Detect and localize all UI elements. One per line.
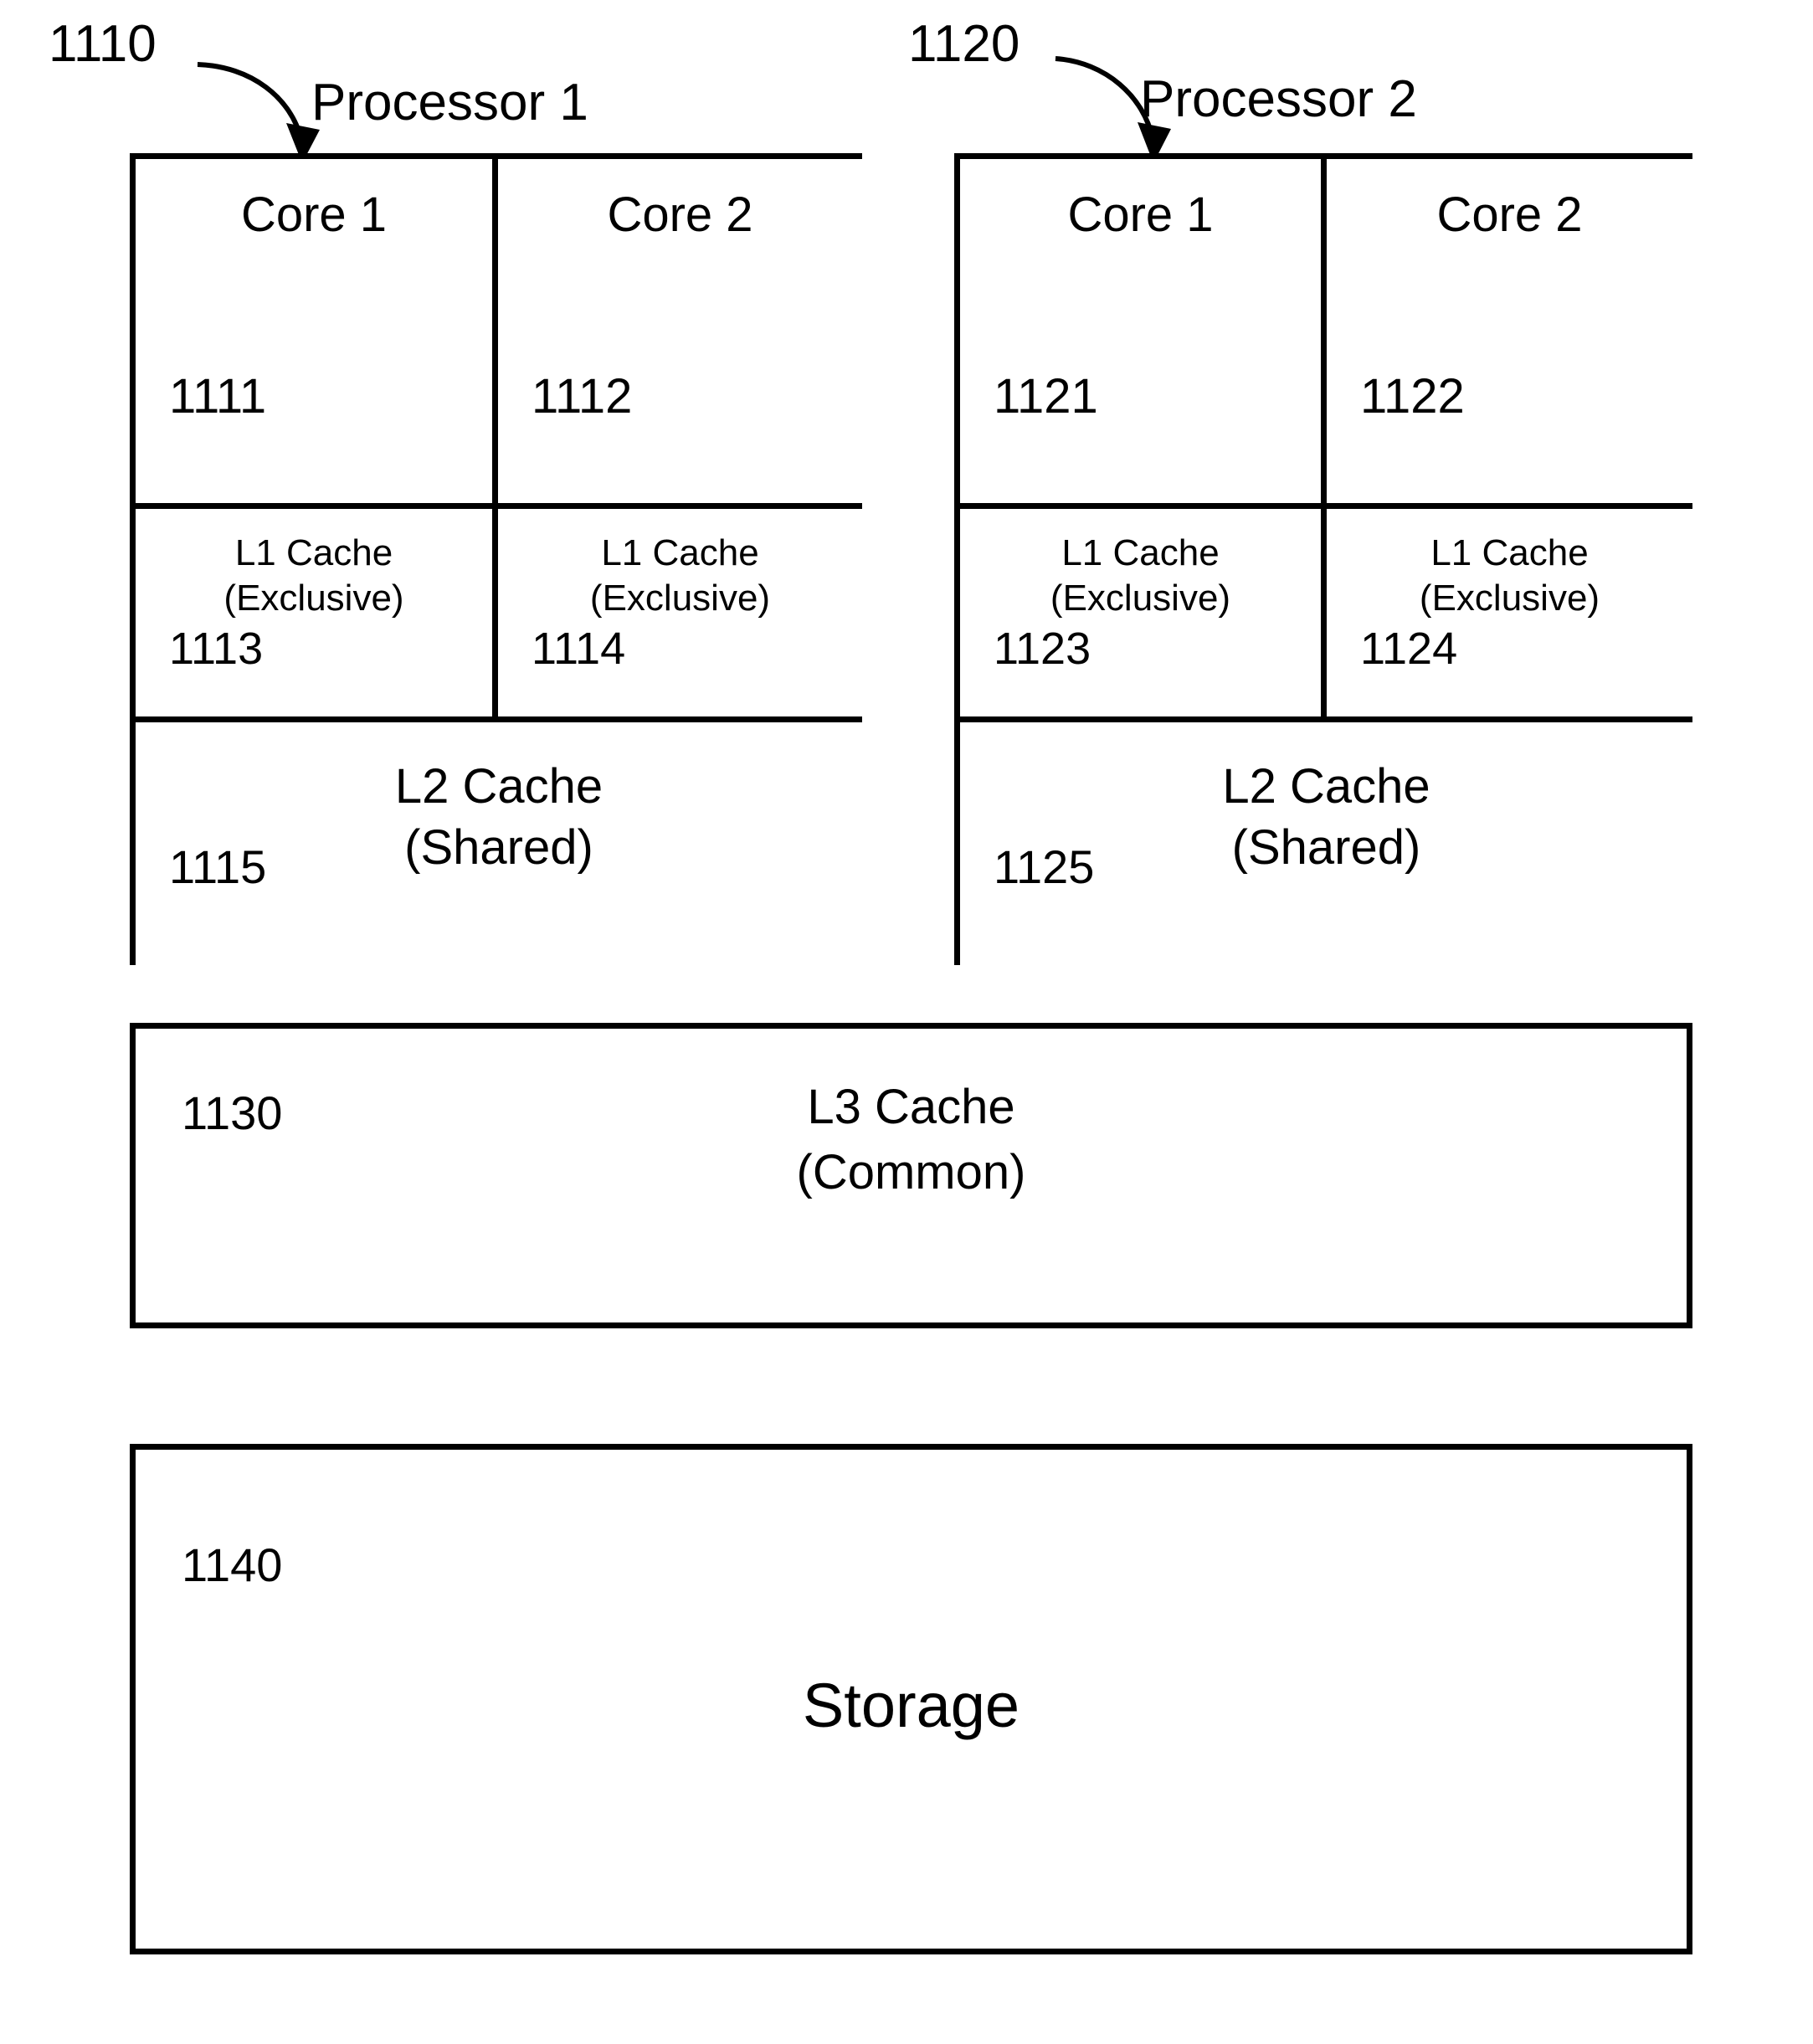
processor-1-core-1-label: Core 1 xyxy=(240,187,388,242)
processor-2-core-1-reference-number: 1121 xyxy=(994,369,1098,424)
storage-label: Storage xyxy=(802,1671,1020,1740)
l3-cache-reference-number: 1130 xyxy=(182,1086,283,1139)
processor-2-l2-cache-reference-number: 1125 xyxy=(994,840,1095,893)
processor-2-core-2-cell: Core 2 1122 xyxy=(1327,159,1692,509)
processor-2-core-2-label: Core 2 xyxy=(1436,187,1583,242)
processor-1-l1-cache-2-label-line2: (Exclusive) xyxy=(589,578,771,619)
cache-hierarchy-diagram: 1110 Processor 1 Core 1 1111 Core 2 1112… xyxy=(0,0,1813,2044)
processor-1-box: Core 1 1111 Core 2 1112 L1 Cache (Exclus… xyxy=(130,153,862,965)
processor-2-l1-cache-2-reference-number: 1124 xyxy=(1360,624,1458,674)
processor-2-title: Processor 2 xyxy=(1140,70,1417,128)
processor-1-core-2-cell: Core 2 1112 xyxy=(498,159,862,509)
l3-cache-box: L3 Cache (Common) 1130 xyxy=(130,1023,1692,1328)
processor-2-l1-cache-1-label-line1: L1 Cache xyxy=(1061,532,1220,573)
processor-2-l1-cache-1-reference-number: 1123 xyxy=(994,624,1091,674)
processor-2-l1-cache-1-cell: L1 Cache (Exclusive) 1123 xyxy=(960,509,1327,722)
storage-reference-number: 1140 xyxy=(182,1538,283,1591)
processor-2-box: Core 1 1121 Core 2 1122 L1 Cache (Exclus… xyxy=(954,153,1692,965)
processor-2-core-2-reference-number: 1122 xyxy=(1360,369,1465,424)
processor-1-l1-cache-1-label-line1: L1 Cache xyxy=(234,532,393,573)
l3-cache-label-line1: L3 Cache xyxy=(807,1080,1015,1134)
processor-2-l1-cache-2-label-line1: L1 Cache xyxy=(1430,532,1589,573)
processor-1-title: Processor 1 xyxy=(311,74,588,131)
processor-2-l1-cache-1-label-line2: (Exclusive) xyxy=(1050,578,1231,619)
processor-2-l1-cache-2-cell: L1 Cache (Exclusive) 1124 xyxy=(1327,509,1692,722)
processor-1-l2-cache-label-line1: L2 Cache xyxy=(394,759,603,814)
processor-1-l1-cache-1-cell: L1 Cache (Exclusive) 1113 xyxy=(136,509,498,722)
processor-1-core-1-cell: Core 1 1111 xyxy=(136,159,498,509)
l3-cache-label-line2: (Common) xyxy=(796,1145,1026,1199)
processor-1-l1-cache-1-reference-number: 1113 xyxy=(169,624,264,674)
processor-1-l2-cache-reference-number: 1115 xyxy=(169,840,267,893)
processor-2-l1-cache-2-label-line2: (Exclusive) xyxy=(1419,578,1600,619)
processor-2-reference-number: 1120 xyxy=(908,15,1020,73)
processor-2-core-1-cell: Core 1 1121 xyxy=(960,159,1327,509)
processor-1-l2-cache-cell: L2 Cache (Shared) 1115 xyxy=(136,722,862,965)
processor-1-core-2-label: Core 2 xyxy=(607,187,753,242)
processor-1-core-1-reference-number: 1111 xyxy=(169,369,267,424)
processor-1-reference-number: 1110 xyxy=(49,15,157,73)
processor-1-l1-cache-2-reference-number: 1114 xyxy=(532,624,626,674)
processor-1-l1-cache-2-label-line1: L1 Cache xyxy=(601,532,759,573)
storage-box: Storage 1140 xyxy=(130,1444,1692,1954)
processor-2-l2-cache-cell: L2 Cache (Shared) 1125 xyxy=(960,722,1692,965)
processor-1-l1-cache-1-label-line2: (Exclusive) xyxy=(223,578,404,619)
processor-1-l1-cache-2-cell: L1 Cache (Exclusive) 1114 xyxy=(498,509,862,722)
processor-2-core-1-label: Core 1 xyxy=(1067,187,1214,242)
processor-2-l2-cache-label-line1: L2 Cache xyxy=(1222,759,1430,814)
processor-1-core-2-reference-number: 1112 xyxy=(532,369,633,424)
